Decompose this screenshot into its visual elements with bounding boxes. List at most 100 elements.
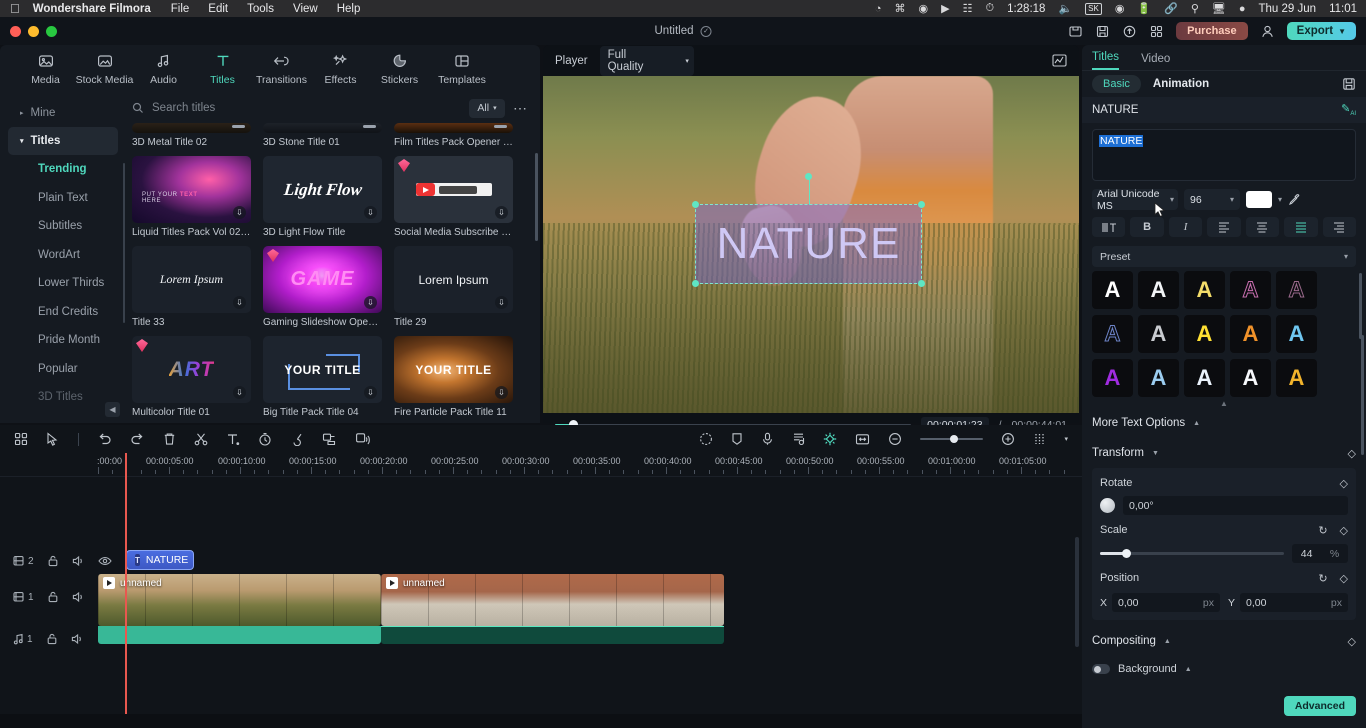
nav-item-popular[interactable]: Popular (8, 355, 118, 384)
title-template-cell[interactable]: GAME ⇩ Gaming Slideshow Opener 01 (263, 246, 382, 328)
preset-cell[interactable]: A (1184, 271, 1225, 309)
timeline-ruler[interactable]: :00:00 00:00:05:00 00:00:10:00 00:00:15:… (0, 453, 1082, 477)
purchase-button[interactable]: Purchase (1176, 22, 1248, 40)
font-size-dropdown[interactable]: 96 ▾ (1184, 189, 1240, 210)
keyframe-diamond-icon[interactable]: ◇ (1340, 477, 1348, 490)
title-template-cell[interactable]: 3D Stone Title 01 (263, 123, 382, 148)
app-grid-icon[interactable] (1149, 24, 1164, 39)
menu-edit[interactable]: Edit (208, 3, 228, 15)
mute-icon[interactable] (72, 591, 85, 603)
menu-help[interactable]: Help (337, 3, 361, 15)
text-overlay-selection[interactable]: NATURE (692, 173, 925, 287)
download-icon[interactable]: ⇩ (364, 206, 377, 219)
preset-cell[interactable]: A (1092, 315, 1133, 353)
preset-cell[interactable]: A (1092, 271, 1133, 309)
resize-handle-top-left[interactable] (692, 201, 699, 208)
audio-mixer-icon[interactable] (792, 432, 805, 446)
preset-cell[interactable]: A (1138, 271, 1179, 309)
nav-item-wordart[interactable]: WordArt (8, 241, 118, 270)
close-window-button[interactable] (10, 25, 21, 37)
crop-icon[interactable] (322, 432, 337, 446)
title-clip[interactable]: T NATURE (126, 550, 194, 570)
category-transitions[interactable]: Transitions (254, 52, 309, 86)
title-template-thumb[interactable]: Lorem Ipsum ⇩ (394, 246, 513, 313)
timeline-zoom-slider[interactable] (920, 435, 984, 443)
resize-handle-bottom-right[interactable] (918, 280, 925, 287)
dropbox-icon[interactable]: ◔ (875, 3, 882, 15)
preset-expand-handle[interactable]: ▲ (1082, 399, 1366, 408)
save-as-icon[interactable] (1095, 24, 1110, 39)
scale-slider-handle[interactable] (1122, 548, 1132, 558)
nav-item-subtitles[interactable]: Subtitles (8, 212, 118, 241)
tab-video[interactable]: Video (1141, 53, 1170, 70)
keyframe-diamond-icon[interactable]: ◇ (1340, 572, 1348, 585)
mute-icon[interactable] (71, 633, 84, 645)
nav-group-mine[interactable]: ▸ Mine (8, 99, 118, 127)
cloud-upload-icon[interactable] (1122, 24, 1137, 39)
lock-icon[interactable] (47, 591, 59, 603)
title-template-thumb[interactable]: YOUR TITLE ⇩ (263, 336, 382, 403)
screen-icon[interactable]: 🖥 (1212, 2, 1226, 15)
category-templates[interactable]: Templates (431, 52, 493, 86)
mute-icon[interactable] (72, 555, 85, 567)
saved-status-icon[interactable]: ✓ (700, 25, 712, 37)
timer-icon[interactable]: ⏱ (985, 2, 994, 15)
nav-scrollbar[interactable] (123, 163, 125, 323)
video-clip[interactable]: unnamed (381, 574, 724, 626)
category-media[interactable]: Media (18, 52, 73, 86)
app-status-icon[interactable]: ◉ (919, 2, 929, 15)
keyframe-diamond-icon[interactable]: ◇ (1340, 524, 1348, 537)
audio-detach-icon[interactable] (355, 432, 370, 446)
background-toggle[interactable] (1092, 664, 1110, 674)
download-icon[interactable]: ⇩ (233, 386, 246, 399)
menu-tools[interactable]: Tools (247, 3, 274, 15)
title-template-cell[interactable]: Film Titles Pack Opener 01 (394, 123, 513, 148)
lock-icon[interactable] (46, 633, 58, 645)
marker-icon[interactable] (731, 432, 743, 446)
title-template-cell[interactable]: PUT YOUR TEXT HERE ⇩ Liquid Titles Pack V… (132, 156, 251, 238)
download-icon[interactable]: ⇩ (364, 296, 377, 309)
title-template-thumb[interactable]: GAME ⇩ (263, 246, 382, 313)
keyframe-icon[interactable] (823, 432, 837, 446)
apple-logo-icon[interactable]:  (10, 2, 20, 15)
advanced-button[interactable]: Advanced (1283, 696, 1356, 716)
preset-cell[interactable]: A (1138, 315, 1179, 353)
download-icon[interactable]: ⇩ (364, 386, 377, 399)
preset-grid-scrollbar[interactable] (1359, 273, 1362, 339)
title-template-thumb[interactable]: Light Flow ⇩ (263, 156, 382, 223)
transform-header[interactable]: Transform ▼ ◇ (1092, 438, 1356, 468)
preset-cell[interactable]: A (1276, 359, 1317, 397)
lock-icon[interactable] (47, 555, 59, 567)
keyframe-diamond-icon[interactable]: ◇ (1348, 447, 1356, 460)
nav-item-lower-thirds[interactable]: Lower Thirds (8, 269, 118, 298)
link-icon[interactable]: 🔗 (1164, 2, 1178, 15)
title-template-cell[interactable]: Lorem Ipsum ⇩ Title 33 (132, 246, 251, 328)
align-center-button[interactable] (1245, 217, 1280, 237)
keyframe-diamond-icon[interactable]: ◇ (1348, 635, 1356, 648)
split-icon[interactable] (194, 432, 208, 446)
minimize-window-button[interactable] (28, 25, 39, 37)
preset-cell[interactable]: A (1184, 359, 1225, 397)
font-color-swatch[interactable] (1246, 191, 1272, 208)
speed-icon[interactable] (258, 432, 272, 446)
menu-file[interactable]: File (171, 3, 190, 15)
quality-dropdown[interactable]: Full Quality ▾ (599, 45, 694, 76)
subtab-basic[interactable]: Basic (1092, 75, 1141, 93)
text-spacing-icon[interactable] (1092, 217, 1126, 237)
position-y-field[interactable]: 0,00 px (1240, 593, 1348, 612)
color-match-icon[interactable] (290, 432, 304, 446)
category-titles[interactable]: Titles (195, 52, 250, 86)
grid-view-icon[interactable] (14, 432, 28, 446)
title-template-cell[interactable]: Lorem Ipsum ⇩ Title 29 (394, 246, 513, 328)
preset-cell[interactable]: A (1230, 271, 1271, 309)
nav-item-trending[interactable]: Trending (8, 155, 118, 184)
align-justify-button[interactable] (1284, 217, 1318, 237)
subtab-animation[interactable]: Animation (1153, 78, 1209, 90)
align-left-button[interactable] (1207, 217, 1241, 237)
preview-canvas[interactable]: NATURE (543, 76, 1079, 413)
maximize-window-button[interactable] (46, 25, 57, 37)
export-button[interactable]: Export ▼ (1286, 22, 1356, 40)
scale-value-field[interactable]: 44 % (1292, 544, 1348, 563)
control-center-icon[interactable]: ◉ (1115, 2, 1125, 15)
auto-reframe-icon[interactable] (699, 432, 713, 446)
